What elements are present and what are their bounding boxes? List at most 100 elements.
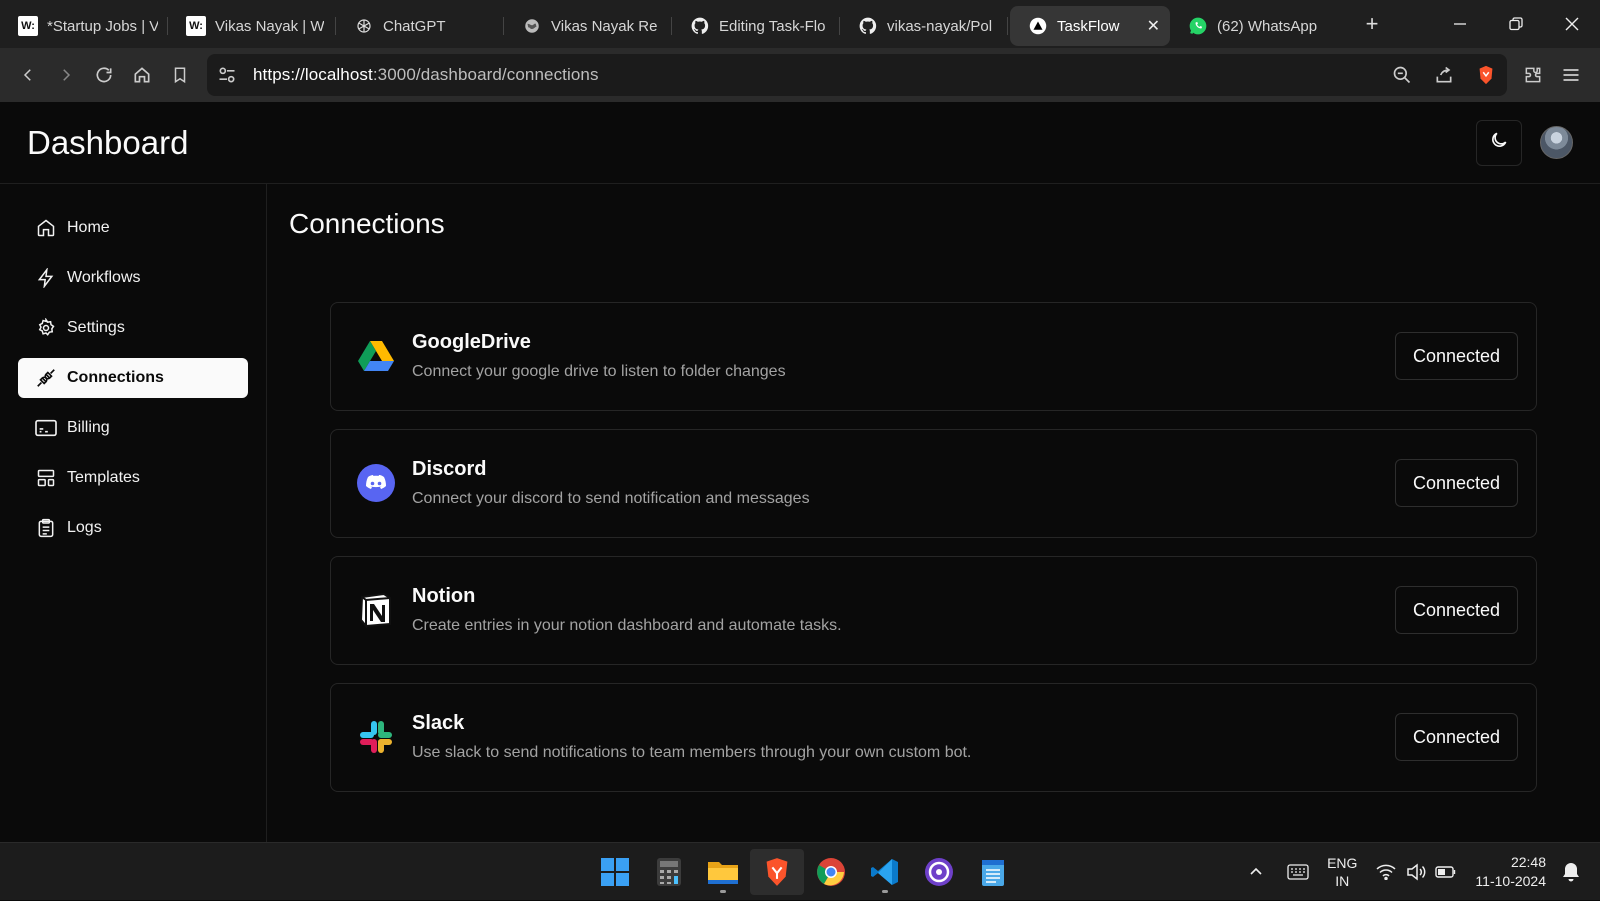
browser-tab[interactable]: W: *Startup Jobs | V <box>0 6 168 46</box>
bookmark-icon[interactable] <box>162 57 198 93</box>
brave-browser-icon[interactable] <box>750 849 804 895</box>
share-icon[interactable] <box>1423 54 1465 96</box>
url-text: https://localhost:3000/dashboard/connect… <box>253 65 599 85</box>
github-icon <box>690 16 710 36</box>
clipboard-icon <box>35 517 57 539</box>
sidebar-item-connections[interactable]: Connections <box>18 358 248 398</box>
home-icon <box>35 217 57 239</box>
browser-tab[interactable]: Editing Task-Flo <box>672 6 840 46</box>
tab-title: (62) WhatsApp <box>1217 17 1318 35</box>
globe-icon <box>522 16 542 36</box>
zoom-icon[interactable] <box>1381 54 1423 96</box>
browser-tab-active[interactable]: TaskFlow ✕ <box>1010 6 1170 46</box>
github-desktop-icon[interactable] <box>912 849 966 895</box>
forward-icon[interactable] <box>48 57 84 93</box>
vscode-icon[interactable] <box>858 849 912 895</box>
github-icon <box>858 16 878 36</box>
theme-toggle-button[interactable] <box>1476 119 1522 166</box>
sidebar-item-billing[interactable]: Billing <box>18 408 248 448</box>
tab-title: Editing Task-Flo <box>719 17 826 35</box>
chrome-icon[interactable] <box>804 849 858 895</box>
wifi-icon[interactable] <box>1371 864 1401 880</box>
gear-icon <box>35 317 57 339</box>
sidebar-item-settings[interactable]: Settings <box>18 308 248 348</box>
connection-description: Create entries in your notion dashboard … <box>412 617 842 634</box>
browser-tab-strip: W: *Startup Jobs | V W: Vikas Nayak | W … <box>0 0 1600 48</box>
brave-shield-icon[interactable] <box>1465 54 1507 96</box>
connect-button[interactable]: Connected <box>1395 459 1518 507</box>
battery-icon[interactable] <box>1431 865 1461 879</box>
plug-icon <box>35 367 57 389</box>
language-indicator[interactable]: ENG IN <box>1327 854 1357 890</box>
connection-description: Use slack to send notifications to team … <box>412 744 972 761</box>
moon-icon <box>1489 130 1509 155</box>
tab-title: ChatGPT <box>383 17 446 35</box>
avatar[interactable] <box>1540 126 1573 159</box>
browser-tab[interactable]: (62) WhatsApp <box>1170 6 1346 46</box>
whatsapp-icon <box>1188 16 1208 36</box>
keyboard-icon[interactable] <box>1283 864 1313 880</box>
file-explorer-icon[interactable] <box>696 849 750 895</box>
tab-title: Vikas Nayak Re <box>551 17 658 35</box>
sidebar-item-logs[interactable]: Logs <box>18 508 248 548</box>
connections-list: GoogleDrive Connect your google drive to… <box>330 302 1537 810</box>
browser-tab[interactable]: ChatGPT <box>336 6 504 46</box>
close-tab-icon[interactable]: ✕ <box>1135 16 1160 36</box>
connect-button[interactable]: Connected <box>1395 332 1518 380</box>
sidebar: Home Workflows Settings Connections Bill… <box>0 184 267 842</box>
connection-card-googledrive: GoogleDrive Connect your google drive to… <box>330 302 1537 411</box>
menu-icon[interactable] <box>1552 57 1590 93</box>
site-settings-icon[interactable] <box>217 65 237 90</box>
extensions-icon[interactable] <box>1514 57 1552 93</box>
connection-card-discord: Discord Connect your discord to send not… <box>330 429 1537 538</box>
calculator-icon[interactable] <box>642 849 696 895</box>
connection-description: Connect your google drive to listen to f… <box>412 363 786 380</box>
connection-name: Notion <box>412 585 476 607</box>
notion-icon <box>357 591 395 629</box>
app-root: Dashboard Home Workflows Settings Connec… <box>0 102 1600 842</box>
sidebar-item-label: Templates <box>67 469 140 486</box>
connection-card-slack: Slack Use slack to send notifications to… <box>330 683 1537 792</box>
browser-tab[interactable]: Vikas Nayak Re <box>504 6 672 46</box>
reload-icon[interactable] <box>86 57 122 93</box>
browser-tab[interactable]: W: Vikas Nayak | W <box>168 6 336 46</box>
sidebar-item-home[interactable]: Home <box>18 208 248 248</box>
home-icon[interactable] <box>124 57 160 93</box>
lightning-icon <box>35 267 57 289</box>
clock-date: 11-10-2024 <box>1475 873 1546 889</box>
chevron-up-icon[interactable] <box>1241 865 1271 879</box>
region-code: IN <box>1335 873 1350 889</box>
windows-start-icon[interactable] <box>588 849 642 895</box>
notification-bell-icon[interactable] <box>1556 862 1586 882</box>
notepad-icon[interactable] <box>966 849 1020 895</box>
tab-title: vikas-nayak/Pol <box>887 17 993 35</box>
connection-name: GoogleDrive <box>412 331 531 353</box>
connect-button[interactable]: Connected <box>1395 713 1518 761</box>
connection-name: Discord <box>412 458 487 480</box>
language-code: ENG <box>1327 855 1358 871</box>
restore-icon[interactable] <box>1488 0 1544 48</box>
minimize-icon[interactable] <box>1432 0 1488 48</box>
connection-card-notion: Notion Create entries in your notion das… <box>330 556 1537 665</box>
w-icon: W: <box>18 16 38 36</box>
close-window-icon[interactable] <box>1544 0 1600 48</box>
sidebar-item-templates[interactable]: Templates <box>18 458 248 498</box>
volume-icon[interactable] <box>1401 863 1431 881</box>
clock-time: 22:48 <box>1510 854 1546 870</box>
connect-button[interactable]: Connected <box>1395 586 1518 634</box>
clock[interactable]: 22:48 11-10-2024 <box>1475 853 1546 891</box>
google-drive-icon <box>357 337 395 375</box>
tab-title: TaskFlow <box>1057 17 1120 35</box>
new-tab-button[interactable]: + <box>1354 11 1390 37</box>
sidebar-item-label: Logs <box>67 519 102 536</box>
discord-icon <box>357 464 395 502</box>
main-content: Connections GoogleDrive Connect your goo… <box>268 184 1600 842</box>
tab-title: Vikas Nayak | W <box>215 17 325 35</box>
back-icon[interactable] <box>10 57 46 93</box>
sidebar-item-label: Billing <box>67 419 110 436</box>
sidebar-item-workflows[interactable]: Workflows <box>18 258 248 298</box>
w-icon: W: <box>186 16 206 36</box>
address-bar[interactable]: https://localhost:3000/dashboard/connect… <box>207 54 1507 96</box>
browser-tab[interactable]: vikas-nayak/Pol <box>840 6 1008 46</box>
tab-title: *Startup Jobs | V <box>47 17 158 35</box>
